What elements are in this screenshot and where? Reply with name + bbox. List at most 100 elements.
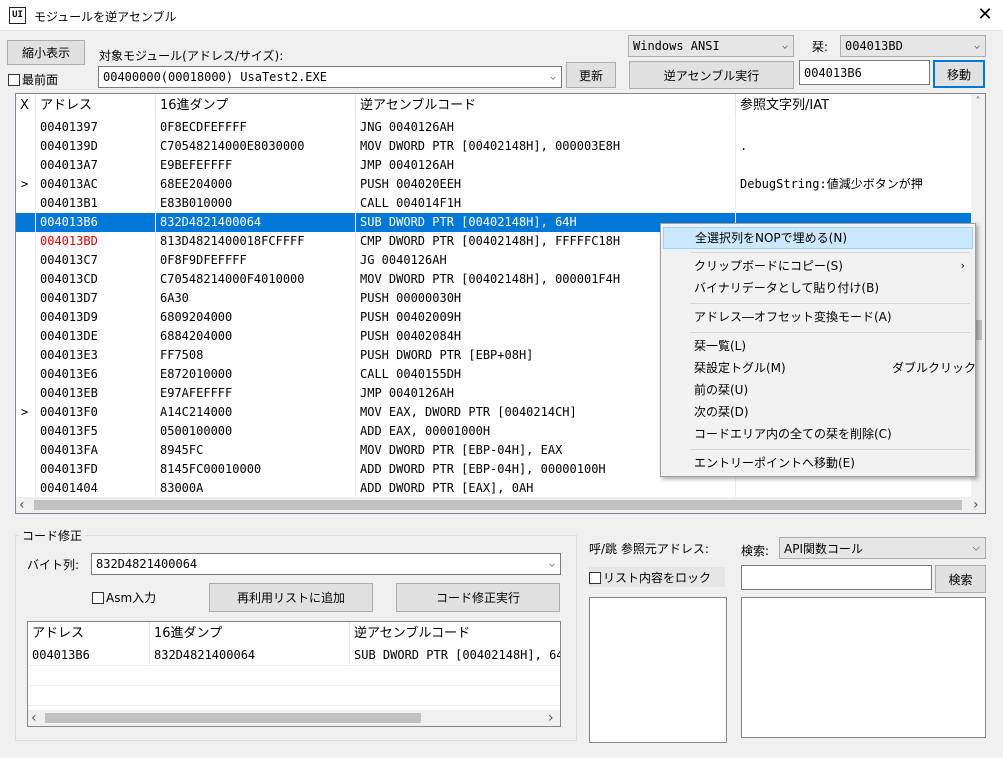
menu-separator — [690, 303, 970, 304]
encoding-select[interactable]: Windows ANSI ⌵ — [628, 35, 794, 57]
cell-hex: E872010000 — [156, 365, 356, 384]
patch-column-hex[interactable]: 16進ダンプ — [150, 622, 350, 646]
menu-item-copy-clipboard[interactable]: クリップボードにコピー(S) › — [663, 255, 973, 277]
patch-column-disasm[interactable]: 逆アセンブルコード — [350, 622, 560, 646]
grid-horizontal-scrollbar[interactable]: ‹ — [16, 497, 971, 513]
column-header-hex[interactable]: 16進ダンプ — [156, 94, 356, 118]
menu-separator — [690, 332, 970, 333]
patch-list[interactable]: アドレス 16進ダンプ 逆アセンブルコード 004013B6 832D48214… — [27, 621, 561, 727]
search-mode-select[interactable]: API関数コール ⌵ — [779, 537, 986, 559]
cell-hex: 0F8F9DFEFFFF — [156, 251, 356, 270]
goto-button[interactable]: 移動 — [933, 60, 985, 88]
search-input[interactable] — [741, 565, 932, 590]
menu-item-bookmark-list[interactable]: 栞一覧(L) — [663, 335, 973, 357]
scroll-left-icon[interactable]: ‹ — [31, 710, 37, 726]
scroll-right-icon[interactable]: › — [973, 497, 979, 513]
patch-cell-hex: 832D4821400064 — [150, 646, 350, 665]
cell-mark — [16, 137, 36, 156]
code-patch-title: コード修正 — [19, 527, 86, 544]
cell-hex: 8145FC00010000 — [156, 460, 356, 479]
asm-input-checkbox-box[interactable] — [92, 592, 104, 604]
cell-address: 0040139D — [36, 137, 156, 156]
asm-input-checkbox[interactable]: Asm入力 — [92, 589, 156, 606]
cell-disasm: CALL 004014F1H — [356, 194, 736, 213]
cell-mark — [16, 346, 36, 365]
search-mode-value: API関数コール — [784, 541, 863, 556]
submenu-arrow-icon: › — [960, 259, 965, 272]
address-input[interactable]: 004013B6 — [799, 60, 930, 85]
xref-list[interactable] — [589, 597, 727, 743]
grid-horizontal-thumb[interactable] — [34, 500, 962, 510]
close-icon[interactable]: ✕ — [970, 2, 1000, 28]
grid-row[interactable]: 004013B1 E83B010000 CALL 004014F1H — [16, 194, 971, 213]
app-icon: UI — [9, 7, 26, 24]
patch-cell-address: 004013B6 — [28, 646, 150, 665]
grid-row[interactable]: 00401404 83000A ADD DWORD PTR [EAX], 0AH — [16, 479, 971, 498]
cell-mark: > — [16, 175, 36, 194]
patch-list-hthumb[interactable] — [45, 713, 421, 723]
cell-mark: > — [16, 403, 36, 422]
patch-column-address[interactable]: アドレス — [28, 622, 150, 646]
cell-reference — [736, 118, 971, 137]
column-header-mark[interactable]: X — [16, 94, 36, 118]
scroll-up-icon[interactable]: ˄ — [971, 96, 985, 108]
search-results-list[interactable] — [741, 597, 986, 738]
menu-item-paste-binary[interactable]: バイナリデータとして貼り付け(B) — [663, 277, 973, 299]
add-reuse-list-button[interactable]: 再利用リストに追加 — [209, 583, 373, 612]
menu-item-shortcut: ダブルクリック — [892, 361, 977, 375]
cell-reference: DebugString:値減少ボタンが押 — [740, 177, 923, 191]
column-header-disasm[interactable]: 逆アセンブルコード — [356, 94, 736, 118]
cell-hex: C70548214000F4010000 — [156, 270, 356, 289]
grid-row[interactable]: 004013A7 E9BEFEFFFF JMP 0040126AH — [16, 156, 971, 175]
encoding-select-value: Windows ANSI — [633, 39, 720, 53]
xref-label: 呼/跳 参照元アドレス: — [589, 542, 709, 556]
cell-mark — [16, 251, 36, 270]
minimize-view-button[interactable]: 縮小表示 — [7, 40, 85, 65]
disassemble-button[interactable]: 逆アセンブル実行 — [629, 61, 794, 89]
menu-item-bookmark-toggle[interactable]: 栞設定トグル(M) ダブルクリック — [663, 357, 977, 379]
refresh-button[interactable]: 更新 — [566, 62, 616, 88]
cell-hex: 8945FC — [156, 441, 356, 460]
column-header-reference[interactable]: 参照文字列/IAT — [736, 94, 971, 118]
patch-list-empty-row — [28, 666, 560, 686]
cell-hex: 6884204000 — [156, 327, 356, 346]
cell-hex: C70548214000E8030000 — [156, 137, 356, 156]
topmost-checkbox[interactable]: 最前面 — [8, 71, 58, 88]
menu-item-address-offset-mode[interactable]: アドレス―オフセット変換モード(A) — [663, 306, 973, 328]
topmost-checkbox-box[interactable] — [8, 74, 20, 86]
lock-list-checkbox[interactable]: リスト内容をロック — [589, 567, 725, 587]
column-header-address[interactable]: アドレス — [36, 94, 156, 118]
byte-sequence-value: 832D4821400064 — [96, 557, 198, 571]
byte-sequence-label: バイト列: — [27, 558, 80, 572]
grid-row[interactable]: 00401397 0F8ECDFEFFFF JNG 0040126AH — [16, 118, 971, 137]
lock-list-label: リスト内容をロック — [603, 571, 712, 585]
menu-item-fill-nop[interactable]: 全選択列をNOPで埋める(N) — [663, 227, 973, 249]
grid-row[interactable]: >004013AC 68EE204000 PUSH 004020EEH DebugSt… — [16, 175, 971, 194]
lock-list-checkbox-box[interactable] — [589, 572, 601, 584]
byte-sequence-combo[interactable]: 832D4821400064 ⌵ — [91, 553, 561, 575]
cell-address: 004013CD — [36, 270, 156, 289]
patch-list-row[interactable]: 004013B6 832D4821400064 SUB DWORD PTR [0… — [28, 646, 560, 666]
cell-address: 004013D9 — [36, 308, 156, 327]
cell-address: 004013B1 — [36, 194, 156, 213]
cell-mark — [16, 270, 36, 289]
search-button[interactable]: 検索 — [935, 565, 986, 593]
menu-item-goto-entry[interactable]: エントリーポイントへ移動(E) — [663, 452, 973, 474]
scroll-right-icon[interactable]: › — [548, 710, 554, 726]
patch-list-hscrollbar[interactable]: ‹ › — [28, 710, 560, 726]
cell-hex: 83000A — [156, 479, 356, 498]
menu-item-delete-bookmarks[interactable]: コードエリア内の全ての栞を削除(C) — [663, 423, 973, 445]
menu-item-next-bookmark[interactable]: 次の栞(D) — [663, 401, 973, 423]
grid-scroll-corner: › — [971, 497, 985, 513]
scroll-left-icon[interactable]: ‹ — [19, 497, 25, 513]
cell-address: 004013C7 — [36, 251, 156, 270]
cell-address: 004013FD — [36, 460, 156, 479]
apply-patch-button[interactable]: コード修正実行 — [396, 583, 560, 612]
cell-address: 004013FA — [36, 441, 156, 460]
module-select[interactable]: 00400000(00018000) UsaTest2.EXE ⌵ — [98, 66, 562, 88]
grid-row[interactable]: 0040139D C70548214000E8030000 MOV DWORD PT… — [16, 137, 971, 156]
cell-mark — [16, 232, 36, 251]
menu-item-prev-bookmark[interactable]: 前の栞(U) — [663, 379, 973, 401]
cell-hex: 6A30 — [156, 289, 356, 308]
bookmark-select[interactable]: 004013BD ⌵ — [840, 35, 986, 57]
